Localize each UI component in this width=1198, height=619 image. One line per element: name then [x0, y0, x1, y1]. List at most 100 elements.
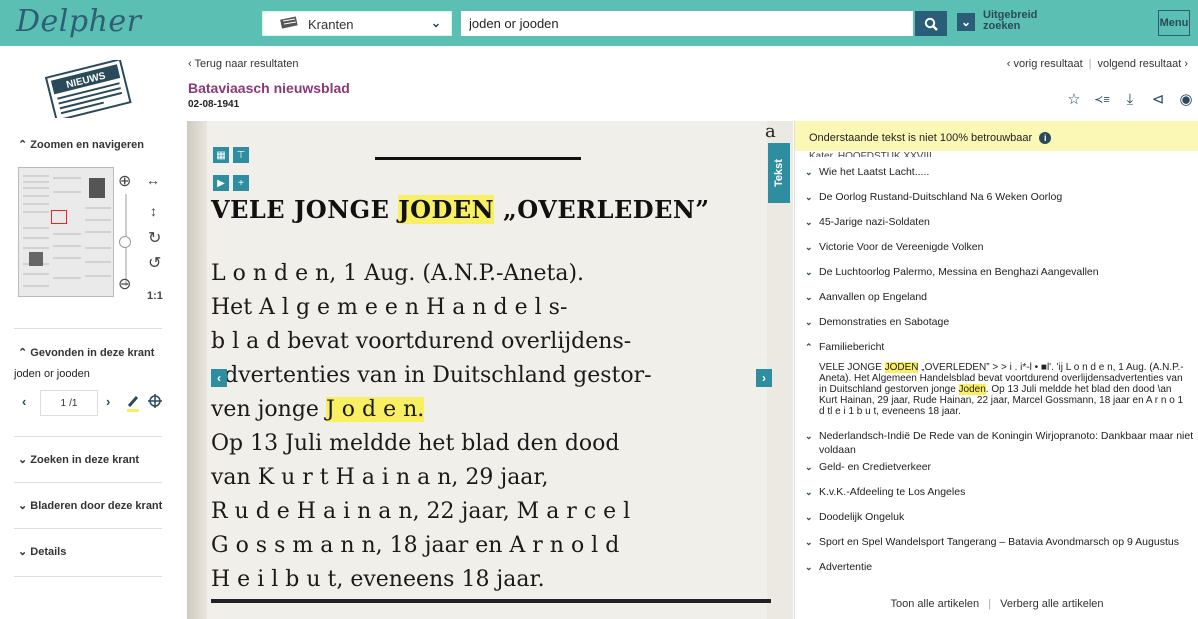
advanced-search-toggle[interactable]: ⌄ [957, 13, 975, 31]
article-item[interactable]: ⌄ De Luchtoorlog Palermo, Messina en Beng… [803, 265, 1195, 290]
next-hit-icon[interactable]: › [106, 394, 110, 409]
chevron-down-icon: ⌄ [805, 317, 813, 327]
previous-result-link[interactable]: ‹ vorig resultaat [1007, 58, 1083, 70]
chevron-down-icon: ⌄ [805, 192, 813, 202]
divider [14, 576, 162, 577]
article-item[interactable]: ⌄ Advertentie [803, 560, 1195, 585]
scan-line: Het A l g e m e e n H a n d e l s- [211, 295, 568, 320]
fit-height-icon[interactable]: ↕ [150, 203, 157, 219]
chevron-right-icon: › [1181, 58, 1188, 70]
page-viewer[interactable]: a ▦ ⊤ ▶ + VELE JONGE JODEN „OVERLEDEN” L… [187, 121, 793, 619]
search-highlight: Joden [958, 384, 986, 395]
add-icon[interactable]: + [233, 175, 249, 191]
crosshair-icon[interactable] [148, 394, 162, 408]
result-navigation: ‹ vorig resultaat | volgend resultaat › [1007, 58, 1188, 70]
next-result-link[interactable]: volgend resultaat › [1097, 58, 1188, 70]
chevron-up-icon: ⌃ [18, 139, 28, 151]
browse-paper-toggle[interactable]: ⌄ Bladeren door deze krant [18, 499, 162, 512]
scan-line: advertenties van in Duitschland gestor- [211, 363, 652, 388]
fit-top-icon[interactable]: ⊤ [233, 147, 249, 163]
back-link-label: Terug naar resultaten [194, 58, 299, 70]
divider [14, 328, 162, 329]
article-item[interactable]: ⌄ Sport en Spel Wandelsport Tangerang – B… [803, 535, 1195, 560]
article-item[interactable]: ⌄ Aanvallen op Engeland [803, 290, 1195, 315]
text-panel-tab[interactable]: Tekst [768, 143, 790, 203]
article-title: Victorie Voor de Vereenigde Volken [819, 241, 984, 253]
top-bar: Delpher Kranten ⌄ ⌄ Uitgebreid zoeken Me… [0, 0, 1198, 46]
scan-highlight: J o d e n. [325, 397, 425, 422]
article-item[interactable]: ⌄ K.v.K.-Afdeeling te Los Angeles [803, 485, 1195, 510]
article-text: VELE JONGE JODEN „OVERLEDEN” > > i . i*-… [803, 362, 1195, 429]
chevron-down-icon: ⌄ [18, 500, 28, 512]
zoom-section-title: Zoomen en navigeren [30, 139, 144, 151]
search-in-paper-title: Zoeken in deze krant [30, 454, 140, 466]
article-item[interactable]: ⌄ Wie het Laatst Lacht..... [803, 165, 1195, 190]
zoom-reset-button[interactable]: 1:1 [147, 290, 163, 302]
article-item[interactable]: ⌄ Geld- en Credietverkeer [803, 460, 1195, 485]
search-icon [924, 17, 938, 31]
highlighter-icon[interactable] [126, 394, 140, 412]
zoom-slider-handle[interactable] [119, 236, 131, 248]
details-toggle[interactable]: ⌄ Details [18, 545, 66, 558]
page-thumbnail[interactable] [18, 167, 114, 297]
scan-line: L o n d e n, 1 Aug. (A.N.P.-Aneta). [211, 261, 585, 286]
article-item[interactable]: ⌄ Nederlandsch-Indië De Rede van de Konin… [803, 429, 1195, 460]
previous-page-icon[interactable]: ‹ [211, 369, 227, 387]
article-item[interactable]: ⌄ Doodelijk Ongeluk [803, 510, 1195, 535]
grid-view-icon[interactable]: ▦ [213, 147, 229, 163]
zoom-in-icon[interactable]: ⊕ [118, 171, 131, 191]
fit-width-icon[interactable]: ↔ [146, 172, 160, 188]
collection-select[interactable]: Kranten ⌄ [262, 11, 452, 36]
viewport-indicator[interactable] [51, 210, 67, 224]
article-title: K.v.K.-Afdeeling te Los Angeles [819, 486, 966, 498]
document-toolbar: ☆ ≺≡ ⤓ ⊲ ◉ [1066, 92, 1194, 108]
article-title: Demonstraties en Sabotage [819, 316, 950, 328]
rotate-right-icon[interactable]: ↻ [148, 228, 161, 248]
left-sidebar: NIEUWS ⌃ Zoomen en navigeren ⊕ ↔ ↕ ↻ ↺ ⊖… [0, 46, 176, 619]
scan-headline: VELE JONGE JODEN „OVERLEDEN” [211, 195, 771, 224]
hide-all-articles-link[interactable]: Verberg alle artikelen [1000, 598, 1103, 610]
next-page-icon[interactable]: › [756, 369, 772, 387]
chevron-down-icon: ⌄ [805, 431, 813, 441]
zoom-out-icon[interactable]: ⊖ [118, 274, 131, 294]
scan-line: G o s s m a n n, 18 jaar en A r n o l d [211, 533, 620, 558]
text-panel: Onderstaande tekst is niet 100% betrouwb… [794, 121, 1198, 619]
feedback-icon[interactable]: ◉ [1178, 92, 1194, 108]
previous-hit-icon[interactable]: ‹ [22, 394, 26, 409]
search-input[interactable] [461, 11, 913, 36]
search-in-paper-toggle[interactable]: ⌄ Zoeken in deze krant [18, 453, 139, 466]
next-result-label: volgend resultaat [1097, 58, 1182, 70]
cite-icon[interactable]: ≺≡ [1094, 92, 1110, 108]
first-page-icon[interactable]: ▶ [213, 175, 229, 191]
scan-line: H e i l b u t, eveneens 18 jaar. [211, 567, 545, 592]
star-icon[interactable]: ☆ [1066, 92, 1082, 108]
newspaper-logo: NIEUWS [44, 60, 132, 118]
article-body-text: VELE JONGE [819, 362, 885, 373]
paper-date: 02-08-1941 [188, 99, 240, 110]
found-section-toggle[interactable]: ⌃ Gevonden in deze krant [18, 346, 154, 359]
article-title: Wie het Laatst Lacht..... [819, 166, 930, 178]
delpher-logo[interactable]: Delpher [16, 4, 142, 39]
text-tab-label: Tekst [773, 159, 785, 187]
chevron-down-icon: ⌄ [18, 454, 28, 466]
share-icon[interactable]: ⊲ [1150, 92, 1166, 108]
menu-button[interactable]: Menu [1158, 10, 1190, 36]
advanced-search-label[interactable]: Uitgebreid zoeken [983, 10, 1043, 32]
chevron-down-icon: ⌄ [805, 292, 813, 302]
article-item[interactable]: ⌄ Victorie Voor de Vereenigde Volken [803, 240, 1195, 265]
search-button[interactable] [915, 11, 947, 36]
article-item[interactable]: ⌄ 45-Jarige nazi-Soldaten [803, 215, 1195, 240]
back-to-results-link[interactable]: ‹ Terug naar resultaten [188, 58, 298, 70]
newspaper-icon [280, 16, 298, 29]
rotate-left-icon[interactable]: ↺ [148, 253, 161, 273]
info-icon[interactable]: i [1039, 132, 1052, 144]
article-item[interactable]: ⌄ Demonstraties en Sabotage [803, 315, 1195, 340]
headline-highlight: JODEN [398, 195, 495, 224]
download-icon[interactable]: ⤓ [1122, 92, 1138, 108]
article-item[interactable]: ⌄ De Oorlog Rustand-Duitschland Na 6 Weke… [803, 190, 1195, 215]
hit-current[interactable]: 1 [61, 398, 67, 409]
article-item-expanded[interactable]: ⌃ Familiebericht [803, 340, 1195, 362]
previous-result-label: vorig resultaat [1013, 58, 1083, 70]
zoom-section-toggle[interactable]: ⌃ Zoomen en navigeren [18, 138, 144, 151]
show-all-articles-link[interactable]: Toon alle artikelen [891, 598, 980, 610]
